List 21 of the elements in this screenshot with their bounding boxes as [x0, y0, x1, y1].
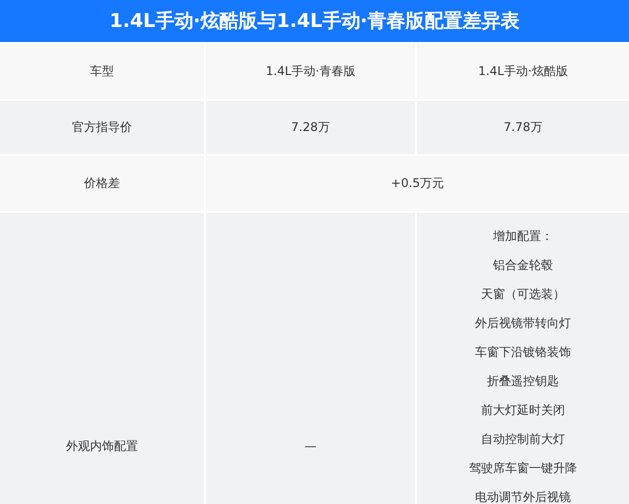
table-cell: 价格差 — [0, 156, 204, 211]
feature-item: 折叠遥控钥匙 — [487, 373, 559, 389]
feature-item: 前大灯延时关闭 — [481, 402, 565, 418]
list-heading: 增加配置： — [493, 228, 553, 244]
table-cell: 外观内饰配置 — [0, 213, 204, 504]
feature-item: 自动控制前大灯 — [481, 431, 565, 447]
table-cell: +0.5万元 — [206, 156, 629, 211]
feature-item: 车窗下沿镀铬装饰 — [475, 344, 571, 360]
feature-item: 天窗（可选装） — [481, 286, 565, 302]
table-title: 1.4L手动·炫酷版与1.4L手动·青春版配置差异表 — [0, 0, 629, 42]
table-cell: 官方指导价 — [0, 101, 204, 154]
table-cell: — — [206, 213, 415, 504]
table-cell: 1.4L手动·青春版 — [206, 44, 415, 99]
feature-item: 电动调节外后视镜 — [475, 489, 571, 504]
table-cell: 1.4L手动·炫酷版 — [417, 44, 629, 99]
table-cell: 车型 — [0, 44, 204, 99]
table-cell: 7.28万 — [206, 101, 415, 154]
table-cell: 7.78万 — [417, 101, 629, 154]
feature-item: 驾驶席车窗一键升降 — [469, 460, 577, 476]
feature-item: 铝合金轮毂 — [493, 257, 553, 273]
feature-item: 外后视镜带转向灯 — [475, 315, 571, 331]
